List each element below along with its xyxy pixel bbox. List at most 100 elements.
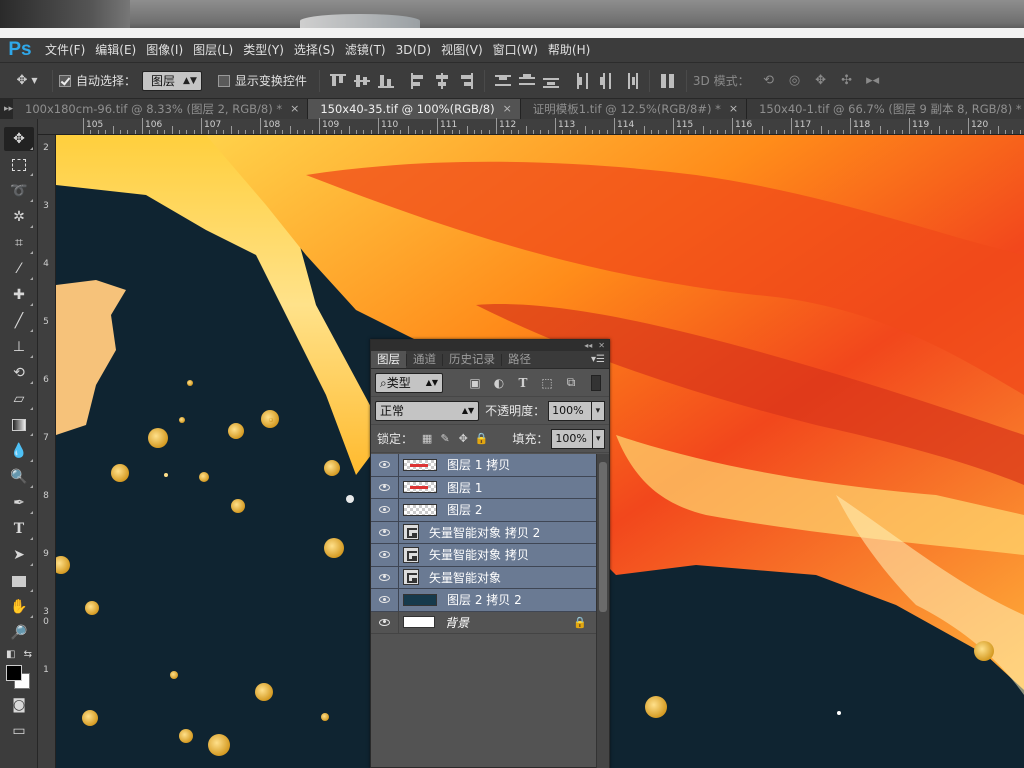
close-icon[interactable]: × [729, 99, 738, 119]
fill-dropdown-icon[interactable]: ▾ [592, 428, 605, 449]
close-icon[interactable]: × [503, 99, 512, 119]
align-hcenter-icon[interactable] [433, 72, 451, 90]
layer-row-background[interactable]: 背景 🔒 [371, 611, 597, 634]
filter-pixel-icon[interactable]: ▣ [465, 373, 485, 393]
menu-help[interactable]: 帮助(H) [543, 38, 595, 62]
layer-filter-dropdown[interactable]: ⌕类型 ▲▼ [375, 372, 443, 393]
tab-doc-1[interactable]: 100x180cm-96.tif @ 8.33% (图层 2, RGB/8) *… [13, 99, 309, 119]
history-brush-tool-icon[interactable]: ⟲ [4, 361, 34, 385]
gradient-tool-icon[interactable] [4, 413, 34, 437]
tab-doc-2[interactable]: 150x40-35.tif @ 100%(RGB/8) × [308, 99, 521, 119]
filter-shape-icon[interactable]: ⬚ [537, 373, 557, 393]
visibility-eye-icon[interactable] [371, 611, 399, 634]
lock-all-icon[interactable]: 🔒 [474, 431, 488, 447]
path-selection-tool-icon[interactable]: ➤ [4, 543, 34, 567]
visibility-eye-icon[interactable] [371, 566, 399, 589]
menu-select[interactable]: 选择(S) [289, 38, 340, 62]
distribute-right-icon[interactable] [622, 72, 640, 90]
filter-toggle[interactable] [591, 374, 601, 391]
tab-paths[interactable]: 路径 [502, 351, 537, 368]
menu-filter[interactable]: 滤镜(T) [340, 38, 391, 62]
menu-edit[interactable]: 编辑(E) [90, 38, 141, 62]
lasso-tool-icon[interactable]: ➰ [4, 179, 34, 203]
screen-mode-icon[interactable]: ▭ [4, 719, 34, 743]
distribute-bottom-icon[interactable] [542, 72, 560, 90]
brush-tool-icon[interactable]: ╱ [4, 309, 34, 333]
menu-type[interactable]: 类型(Y) [238, 38, 289, 62]
healing-brush-tool-icon[interactable]: ✚ [4, 283, 34, 307]
pen-tool-icon[interactable]: ✒ [4, 491, 34, 515]
distribute-left-icon[interactable] [574, 72, 592, 90]
collapse-toolbox-icon[interactable]: ▸▸ [0, 98, 13, 119]
eyedropper-tool-icon[interactable]: ⁄ [4, 257, 34, 281]
menu-3d[interactable]: 3D(D) [391, 38, 436, 62]
tab-doc-3[interactable]: 证明模板1.tif @ 12.5%(RGB/8#) * × [520, 99, 748, 119]
filter-smart-object-icon[interactable]: ⧉ [561, 373, 581, 393]
move-tool-icon[interactable]: ✥ [4, 127, 34, 151]
distribute-hcenter-icon[interactable] [598, 72, 616, 90]
magic-wand-tool-icon[interactable]: ✲ [4, 205, 34, 229]
collapse-panel-icon[interactable]: ◂◂ [584, 341, 592, 350]
visibility-eye-icon[interactable] [371, 453, 399, 476]
3d-slide-icon[interactable]: ✣ [836, 70, 858, 92]
color-swatches[interactable] [4, 663, 34, 691]
filter-type-icon[interactable]: T [513, 373, 533, 393]
distribute-vcenter-icon[interactable] [518, 72, 536, 90]
tab-layers[interactable]: 图层 [371, 351, 406, 368]
type-tool-icon[interactable]: T [4, 517, 34, 541]
tab-channels[interactable]: 通道 [407, 351, 442, 368]
auto-select-target-dropdown[interactable]: 图层 ▲▼ [142, 70, 202, 91]
layer-row[interactable]: 图层 2 [371, 498, 597, 522]
panel-menu-icon[interactable]: ▾☰ [591, 354, 605, 365]
layer-row[interactable]: 矢量智能对象 拷贝 [371, 543, 597, 567]
align-bottom-icon[interactable] [377, 72, 395, 90]
hand-tool-icon[interactable]: ✋ [4, 595, 34, 619]
opacity-input[interactable]: 100% [548, 400, 592, 421]
move-tool-preset-icon[interactable]: ✥ ▼ [10, 70, 44, 92]
menu-file[interactable]: 文件(F) [40, 38, 90, 62]
blur-tool-icon[interactable]: 💧 [4, 439, 34, 463]
align-right-icon[interactable] [457, 72, 475, 90]
fill-input[interactable]: 100% [551, 428, 593, 449]
align-vcenter-icon[interactable] [353, 72, 371, 90]
swap-colors-icon[interactable]: ◧ ⇆ [4, 647, 34, 661]
rectangle-tool-icon[interactable] [4, 569, 34, 593]
3d-rotate-icon[interactable]: ⟲ [758, 70, 780, 92]
clone-stamp-tool-icon[interactable]: ⊥ [4, 335, 34, 359]
3d-pan-icon[interactable]: ✥ [810, 70, 832, 92]
align-top-icon[interactable] [329, 72, 347, 90]
menu-layer[interactable]: 图层(L) [188, 38, 238, 62]
auto-align-icon[interactable] [659, 72, 677, 90]
crop-tool-icon[interactable]: ⌗ [4, 231, 34, 255]
eraser-tool-icon[interactable]: ▱ [4, 387, 34, 411]
filter-adjustment-icon[interactable]: ◐ [489, 373, 509, 393]
menu-window[interactable]: 窗口(W) [488, 38, 543, 62]
tab-doc-4[interactable]: 150x40-1.tif @ 66.7% (图层 9 副本 8, RGB/8) … [747, 99, 1024, 119]
visibility-eye-icon[interactable] [371, 521, 399, 544]
show-transform-checkbox[interactable] [217, 74, 230, 87]
auto-select-checkbox[interactable] [59, 74, 71, 87]
opacity-dropdown-icon[interactable]: ▾ [591, 400, 605, 421]
foreground-color-swatch[interactable] [6, 665, 22, 681]
layer-row[interactable]: 图层 1 拷贝 [371, 453, 597, 477]
close-panel-icon[interactable]: ✕ [598, 341, 605, 350]
layer-row[interactable]: 图层 1 [371, 476, 597, 499]
lock-transparent-icon[interactable]: ▦ [420, 431, 434, 447]
layer-row[interactable]: 图层 2 拷贝 2 [371, 588, 597, 612]
distribute-top-icon[interactable] [494, 72, 512, 90]
menu-view[interactable]: 视图(V) [436, 38, 488, 62]
lock-position-icon[interactable]: ✥ [456, 431, 470, 447]
visibility-eye-icon[interactable] [371, 498, 399, 521]
marquee-tool-icon[interactable] [4, 153, 34, 177]
layer-row[interactable]: 矢量智能对象 拷贝 2 [371, 521, 597, 544]
align-left-icon[interactable] [409, 72, 427, 90]
dodge-tool-icon[interactable]: 🔍 [4, 465, 34, 489]
visibility-eye-icon[interactable] [371, 588, 399, 611]
quick-mask-icon[interactable]: ◙ [4, 693, 34, 717]
close-icon[interactable]: × [290, 99, 299, 119]
lock-image-icon[interactable]: ✎ [438, 431, 452, 447]
scrollbar-thumb[interactable] [599, 462, 607, 612]
tab-history[interactable]: 历史记录 [443, 351, 501, 368]
visibility-eye-icon[interactable] [371, 476, 399, 499]
3d-scale-icon[interactable]: ▸◂ [862, 70, 884, 92]
